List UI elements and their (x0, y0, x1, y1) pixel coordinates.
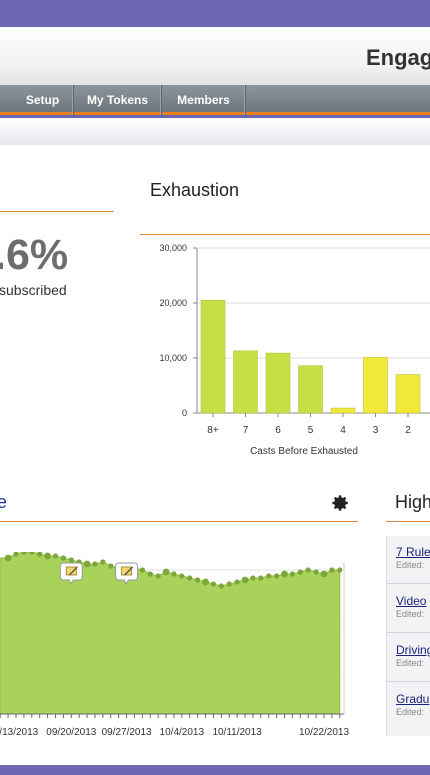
highlight-link[interactable]: Video (396, 594, 426, 608)
bar (363, 357, 388, 414)
data-point (289, 571, 295, 577)
highlight-meta: Edited: (396, 609, 425, 619)
highlight-separator (386, 583, 430, 584)
highlight-separator (386, 632, 430, 633)
data-point (226, 581, 232, 587)
window-bottom-band (0, 765, 430, 775)
data-point (68, 557, 74, 563)
data-point (218, 583, 224, 589)
data-point (250, 575, 256, 581)
data-point (4, 554, 12, 562)
data-point (297, 569, 303, 575)
data-point (83, 560, 91, 568)
exhaustion-title: Exhaustion (150, 180, 240, 200)
bar (330, 407, 356, 414)
area-fill (0, 552, 341, 715)
nav-item-my-tokens[interactable]: My Tokens (74, 85, 162, 115)
exhaustion-bar-chart: 0 10,000 20,000 30,000 8+ 7 6 5 4 3 2 Casts Before … (159, 243, 430, 457)
data-point (139, 567, 145, 573)
data-point (258, 575, 264, 581)
data-point (187, 575, 193, 581)
data-point (195, 577, 201, 583)
highlight-meta: Edited: (396, 560, 425, 570)
nav-item-members[interactable]: Members (162, 85, 246, 115)
highlight-item[interactable]: Driving Edited: (396, 643, 430, 668)
data-point (337, 567, 343, 573)
data-point (100, 559, 106, 565)
x-tick-label: 10/11/2013 (212, 727, 262, 738)
gear-icon[interactable] (330, 493, 350, 513)
data-point (202, 578, 209, 586)
data-point (108, 563, 114, 569)
data-point (320, 570, 328, 578)
data-point (44, 552, 51, 560)
subscription-percent: .6% (0, 231, 69, 279)
data-point (210, 581, 216, 587)
main-navigation: Setup My Tokens Members (0, 85, 430, 115)
y-tick-label: 0 (182, 408, 187, 418)
bar (200, 300, 226, 414)
bar (395, 374, 421, 414)
highlight-item[interactable]: Video Edited: (396, 594, 426, 619)
data-point (266, 573, 272, 579)
data-point (274, 573, 280, 579)
bar (298, 365, 323, 414)
x-tick-label: 09/20/2013 (46, 727, 96, 738)
nav-item-setup[interactable]: Setup (12, 85, 74, 115)
highlight-item[interactable]: 7 Rule Edited: (396, 545, 430, 570)
data-point (234, 579, 240, 585)
subscription-label: subscribed (0, 282, 67, 298)
x-tick-label: 10/22/2013 (299, 727, 349, 738)
data-point (179, 573, 185, 579)
sub-header-bar (0, 118, 430, 145)
data-point (171, 571, 177, 577)
data-point (241, 576, 249, 584)
bar (233, 350, 258, 414)
highlight-link[interactable]: Gradu (396, 692, 429, 706)
x-tick-label: 4 (340, 425, 346, 436)
subscription-divider (0, 211, 114, 212)
data-point (155, 573, 161, 579)
engagement-area-chart: 9/13/2013 09/20/2013 09/27/2013 10/4/2013 10… (0, 552, 349, 738)
x-tick-label: 09/27/2013 (102, 727, 152, 738)
highlight-link[interactable]: 7 Rule (396, 545, 430, 559)
data-point (329, 567, 335, 573)
bar (265, 352, 291, 414)
x-tick-label: 8+ (207, 425, 219, 436)
highlight-meta: Edited: (396, 707, 425, 717)
data-point (147, 571, 153, 577)
y-tick-label: 10,000 (159, 353, 187, 363)
data-point (52, 553, 59, 559)
highlight-separator (386, 681, 430, 682)
engagement-divider (0, 521, 358, 522)
y-tick-label: 20,000 (159, 298, 187, 308)
highlight-meta: Edited: (396, 658, 425, 668)
highlight-link[interactable]: Driving (396, 643, 430, 657)
data-point (92, 561, 98, 567)
app-title: Engag (366, 45, 430, 70)
highlight-item[interactable]: Gradu Edited: (396, 692, 429, 717)
engagement-title: e (0, 492, 8, 512)
data-point (60, 555, 66, 561)
data-point (313, 569, 319, 575)
data-point (162, 568, 170, 576)
highlights-title: High (395, 492, 430, 512)
data-point (305, 567, 311, 573)
x-tick-label: 10/4/2013 (160, 727, 205, 738)
window-top-band (0, 0, 430, 27)
x-tick-label: 3 (373, 425, 379, 436)
x-tick-label: 6 (275, 425, 281, 436)
highlights-divider (386, 521, 430, 522)
y-tick-label: 30,000 (159, 243, 187, 253)
x-axis-label: Casts Before Exhausted (250, 446, 358, 457)
x-tick-label: 2 (405, 425, 411, 436)
data-point (281, 570, 288, 578)
exhaustion-divider (140, 234, 430, 235)
x-tick-label: 5 (308, 425, 314, 436)
x-tick-label: 9/13/2013 (0, 727, 39, 738)
x-tick-label: 7 (243, 425, 249, 436)
